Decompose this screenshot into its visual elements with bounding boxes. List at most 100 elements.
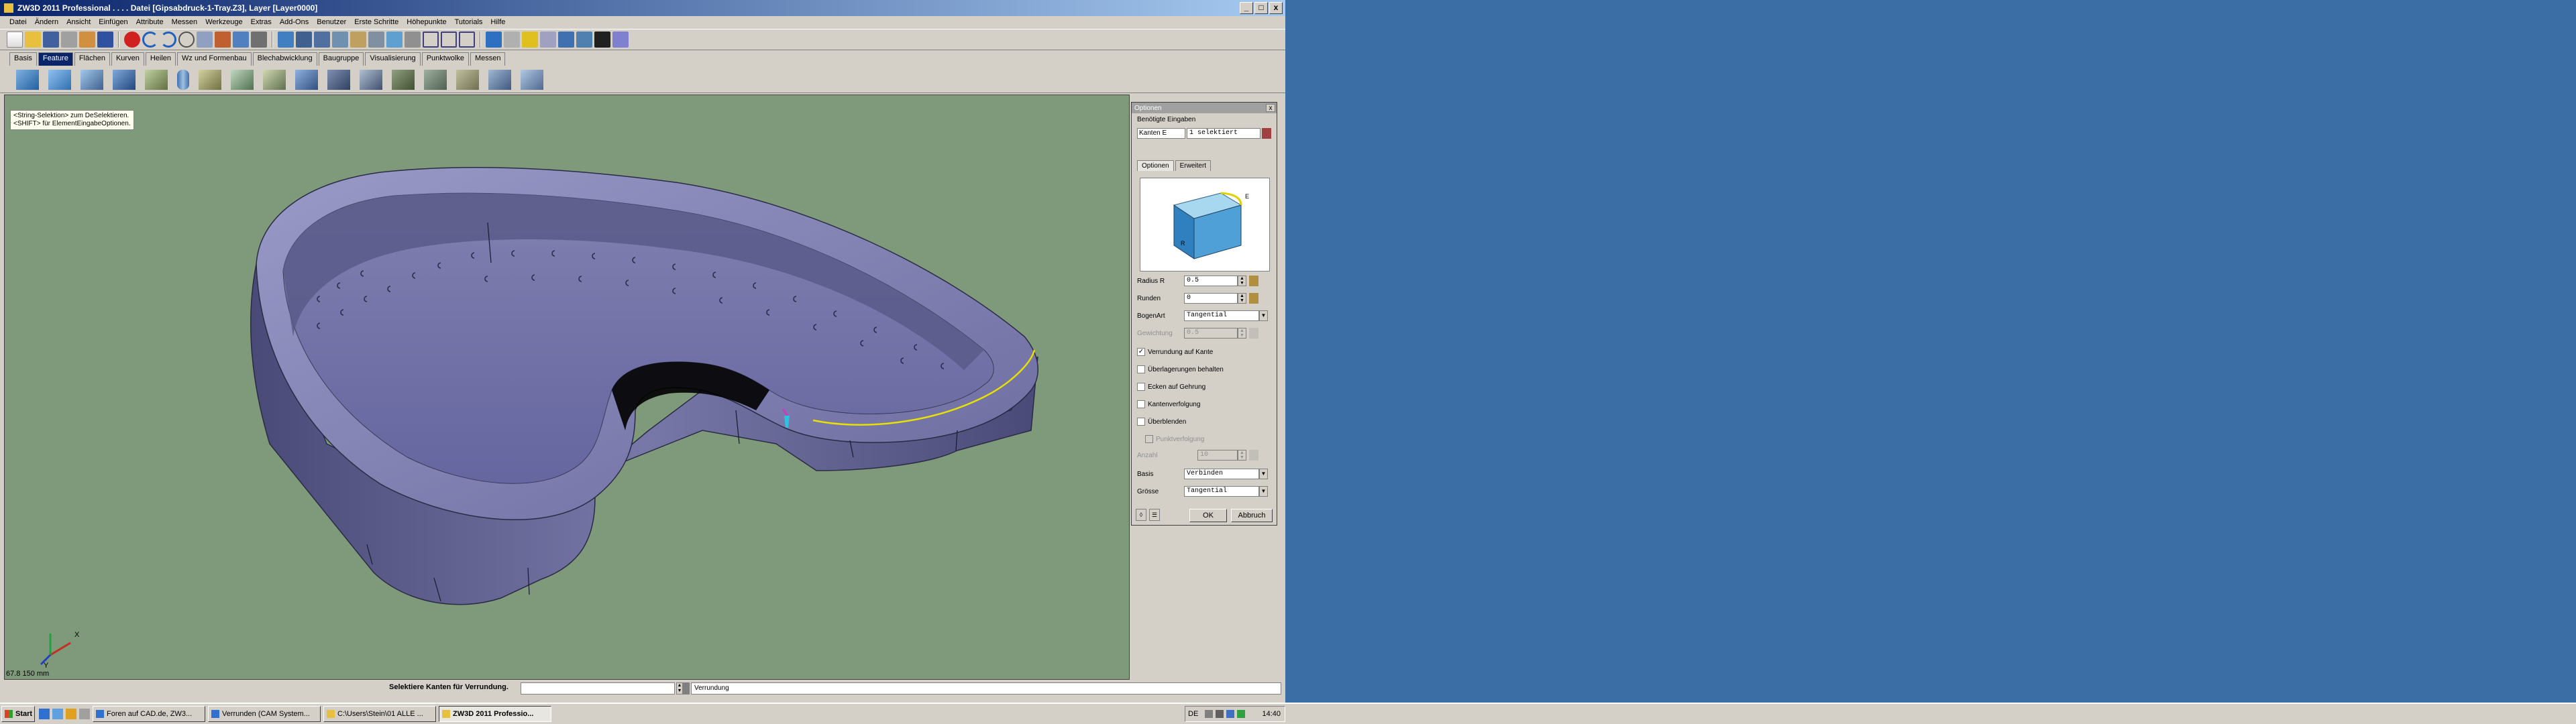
- checkbox-kantenverfolgung-box[interactable]: [1137, 400, 1145, 408]
- bogenart-dropdown-icon[interactable]: ▼: [1259, 310, 1268, 321]
- close-button[interactable]: x: [1269, 2, 1283, 14]
- menu-ansicht[interactable]: Ansicht: [62, 18, 95, 26]
- tab-basis[interactable]: Basis: [9, 52, 37, 66]
- menu-tutorials[interactable]: Tutorials: [451, 18, 487, 26]
- tree-icon[interactable]: [197, 32, 213, 48]
- history-icon[interactable]: ☰: [1149, 509, 1160, 521]
- move-face-icon[interactable]: [521, 69, 543, 90]
- runden-field[interactable]: 0: [1184, 293, 1238, 304]
- menu-extras[interactable]: Extras: [247, 18, 276, 26]
- basis-dropdown-icon[interactable]: ▼: [1259, 469, 1268, 479]
- basis-select[interactable]: Verbinden: [1184, 469, 1259, 479]
- plane-icon[interactable]: [386, 32, 402, 48]
- menu-datei[interactable]: Datei: [5, 18, 31, 26]
- measure-icon[interactable]: [368, 32, 384, 48]
- pick-icon[interactable]: [251, 32, 267, 48]
- menu-hilfe[interactable]: Hilfe: [486, 18, 509, 26]
- box-icon[interactable]: [459, 32, 475, 48]
- redo-icon[interactable]: [160, 32, 176, 48]
- radius-field[interactable]: 0.5: [1184, 276, 1238, 286]
- tab-blechabwicklung[interactable]: Blechabwicklung: [252, 52, 317, 66]
- snap-icon[interactable]: [350, 32, 366, 48]
- task-button-verrunden[interactable]: Verrunden (CAM System...: [208, 706, 321, 722]
- combine-icon[interactable]: [488, 69, 511, 90]
- ok-button[interactable]: OK: [1189, 509, 1227, 522]
- dialog-close-button[interactable]: x: [1266, 104, 1275, 112]
- stop-icon[interactable]: [124, 32, 140, 48]
- tab-kurven[interactable]: Kurven: [111, 52, 144, 66]
- checkbox-kantenverfolgung[interactable]: Kantenverfolgung: [1137, 400, 1200, 408]
- tab-flaechen[interactable]: Flächen: [74, 52, 110, 66]
- checkbox-ueberlagerungen-box[interactable]: [1137, 365, 1145, 373]
- command-input[interactable]: [521, 682, 675, 695]
- groesse-select[interactable]: Tangential: [1184, 486, 1259, 497]
- tab-feature[interactable]: Feature: [38, 52, 73, 66]
- menu-benutzer[interactable]: Benutzer: [313, 18, 350, 26]
- new-file-icon[interactable]: [7, 32, 23, 48]
- pattern-icon[interactable]: [360, 69, 382, 90]
- layer-icon[interactable]: [504, 32, 520, 48]
- tab-optionen[interactable]: Optionen: [1137, 160, 1174, 171]
- settings-icon[interactable]: [178, 32, 195, 48]
- menu-erste-schritte[interactable]: Erste Schritte: [350, 18, 402, 26]
- tray-app-icon[interactable]: [1226, 710, 1235, 718]
- quick-launch-media-icon[interactable]: [66, 709, 76, 719]
- quick-launch-ie-icon[interactable]: [39, 709, 50, 719]
- view-icon[interactable]: [296, 32, 312, 48]
- radius-spinner[interactable]: ▲ ▼: [1238, 276, 1246, 286]
- clock[interactable]: 14:40: [1262, 710, 1281, 718]
- hole-icon[interactable]: [295, 69, 318, 90]
- tab-wz-formenbau[interactable]: Wz und Formenbau: [177, 52, 252, 66]
- tray-volume-icon[interactable]: [1216, 710, 1224, 718]
- expand-icon[interactable]: ◊: [1136, 509, 1146, 521]
- tab-erweitert[interactable]: Erweitert: [1175, 160, 1212, 171]
- doc-icon[interactable]: [540, 32, 556, 48]
- tab-messen[interactable]: Messen: [470, 52, 506, 66]
- shell-icon[interactable]: [231, 69, 254, 90]
- fillet-icon[interactable]: [145, 69, 168, 90]
- checkbox-verrundung-box[interactable]: ✓: [1137, 348, 1145, 356]
- print-icon[interactable]: [61, 32, 77, 48]
- fit-icon[interactable]: [441, 32, 457, 48]
- loft-icon[interactable]: [113, 69, 136, 90]
- tab-baugruppe[interactable]: Baugruppe: [318, 52, 364, 66]
- house-icon[interactable]: [215, 32, 231, 48]
- draft-icon[interactable]: [263, 69, 286, 90]
- grid-icon[interactable]: [278, 32, 294, 48]
- wireframe-icon[interactable]: [332, 32, 348, 48]
- menu-hoehepunkte[interactable]: Höhepunkte: [402, 18, 450, 26]
- dim-icon[interactable]: [405, 32, 421, 48]
- checkbox-verrundung[interactable]: ✓ Verrundung auf Kante: [1137, 348, 1213, 356]
- menu-attribute[interactable]: Attribute: [132, 18, 168, 26]
- thicken-icon[interactable]: [424, 69, 447, 90]
- pencil-icon[interactable]: [79, 32, 95, 48]
- quick-launch-desktop-icon[interactable]: [52, 709, 63, 719]
- maximize-button[interactable]: □: [1254, 2, 1268, 14]
- checkbox-ueberlagerungen[interactable]: Überlagerungen behalten: [1137, 365, 1224, 373]
- undo-icon[interactable]: [142, 32, 158, 48]
- menu-einfuegen[interactable]: Einfügen: [95, 18, 131, 26]
- kanten-pick-icon[interactable]: [1262, 128, 1271, 139]
- sweep-icon[interactable]: [80, 69, 103, 90]
- tab-visualisierung[interactable]: Visualisierung: [365, 52, 421, 66]
- tab-heilen[interactable]: Heilen: [145, 52, 176, 66]
- checkbox-ueberblenden-box[interactable]: [1137, 418, 1145, 426]
- minimize-button[interactable]: _: [1240, 2, 1253, 14]
- revolve-icon[interactable]: [48, 69, 71, 90]
- zoom-icon[interactable]: [423, 32, 439, 48]
- bogenart-select[interactable]: Tangential: [1184, 310, 1259, 321]
- cylinder-icon[interactable]: [177, 69, 189, 90]
- save-icon[interactable]: [43, 32, 59, 48]
- tab-punktwolke[interactable]: Punktwolke: [421, 52, 469, 66]
- runden-spinner[interactable]: ▲ ▼: [1238, 293, 1246, 304]
- task-button-explorer[interactable]: C:\Users\Stein\01 ALLE ...: [323, 706, 436, 722]
- radius-settings-icon[interactable]: [1249, 276, 1258, 286]
- color-icon[interactable]: [594, 32, 610, 48]
- filter-icon[interactable]: [486, 32, 502, 48]
- menu-aendern[interactable]: Ändern: [31, 18, 62, 26]
- task-button-cad-forum[interactable]: Foren auf CAD.de, ZW3...: [93, 706, 205, 722]
- 3d-viewport[interactable]: <String-Selektion> zum DeSelektieren. <S…: [4, 95, 1130, 680]
- groesse-dropdown-icon[interactable]: ▼: [1259, 486, 1268, 497]
- help-icon[interactable]: [97, 32, 113, 48]
- quick-launch-app-icon[interactable]: [79, 709, 90, 719]
